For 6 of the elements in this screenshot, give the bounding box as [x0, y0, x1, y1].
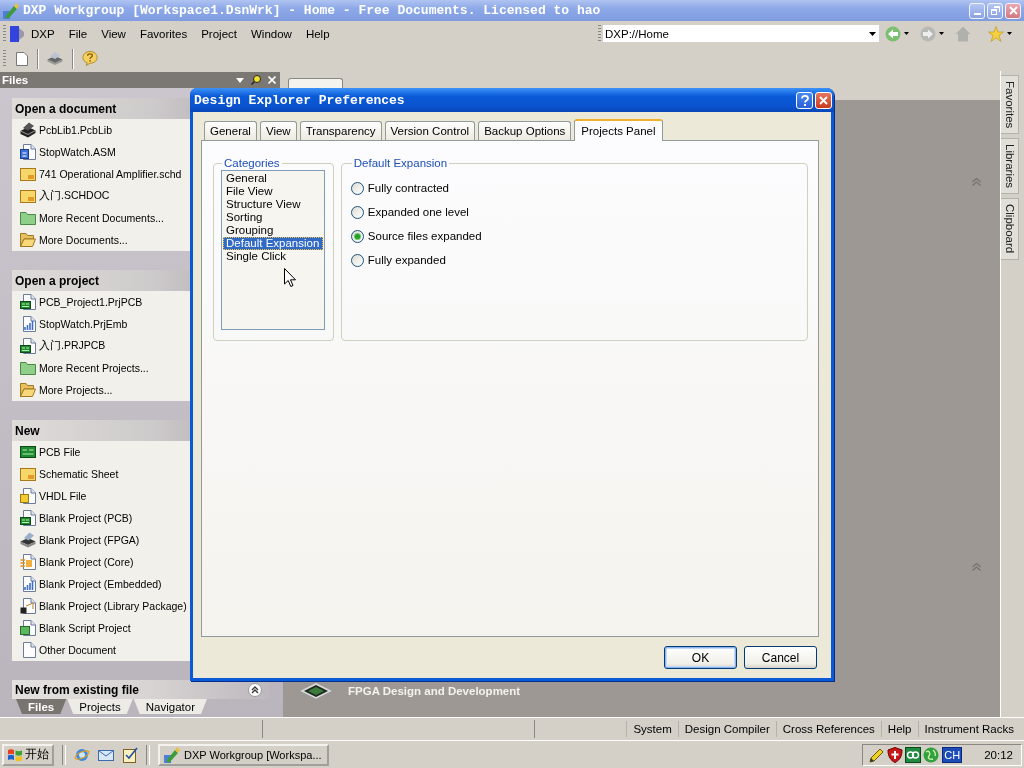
- window-title: DXP Workgroup [Workspace1.DsnWrk] - Home - Free Documents. Licensed to hao: [23, 3, 601, 18]
- group-title: Categories: [223, 157, 281, 169]
- clock: 20:12: [984, 748, 1013, 761]
- section-title: New from existing file: [15, 682, 140, 697]
- panel-title: Files: [2, 74, 29, 86]
- group-title: Default Expansion: [352, 157, 449, 169]
